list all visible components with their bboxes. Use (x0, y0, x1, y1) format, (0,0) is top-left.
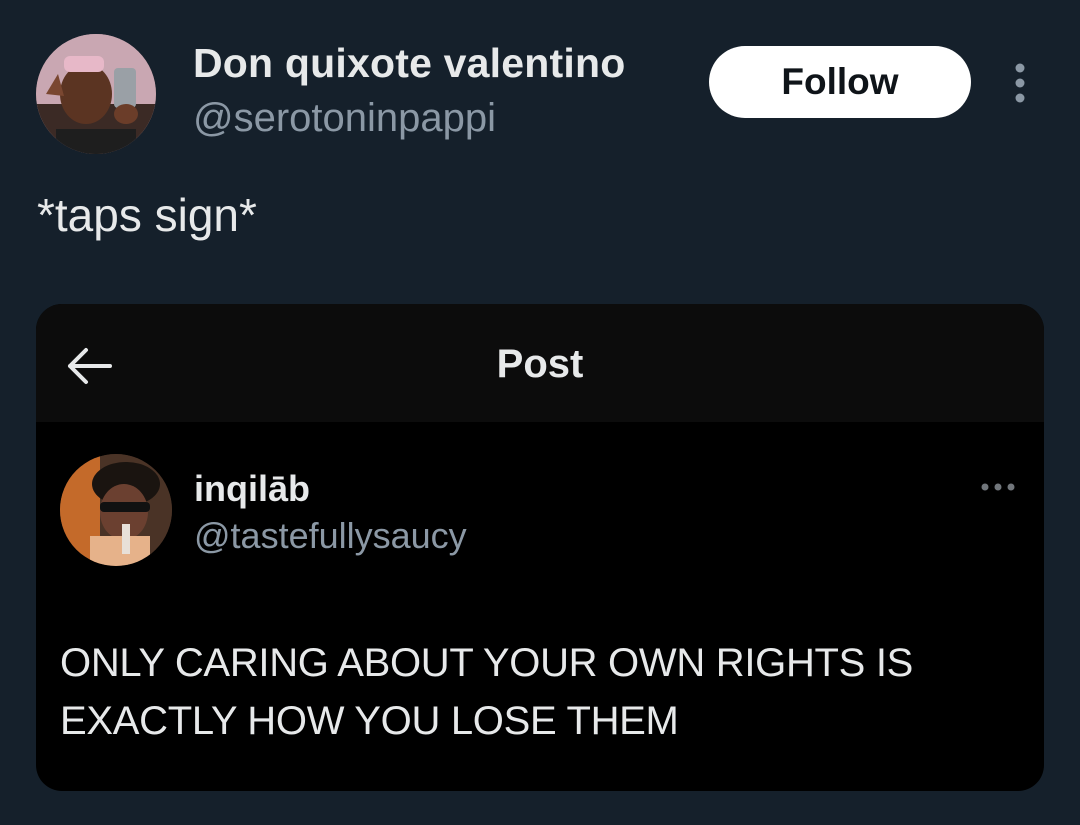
avatar-photo-icon (60, 454, 172, 566)
tweet-text: *taps sign* (37, 189, 257, 241)
embedded-author-handle: @tastefullysaucy (194, 515, 467, 556)
embedded-author-avatar (60, 454, 172, 566)
more-horizontal-icon (981, 483, 1015, 491)
author-handle[interactable]: @serotoninpappi (193, 96, 496, 141)
more-vertical-icon[interactable] (1006, 62, 1034, 104)
follow-button[interactable]: Follow (709, 46, 971, 118)
embedded-post-text-line: EXACTLY HOW YOU LOSE THEM (60, 699, 679, 743)
author-display-name[interactable]: Don quixote valentino (193, 40, 625, 87)
embedded-post-screenshot[interactable]: Post inqilāb @tastefullysaucy ONLY CARIN… (36, 304, 1044, 791)
embedded-post-header: Post (36, 304, 1044, 422)
avatar-photo-icon (36, 34, 156, 154)
embedded-post-title: Post (496, 342, 584, 386)
embedded-post-text-line: ONLY CARING ABOUT YOUR OWN RIGHTS IS (60, 641, 914, 685)
embedded-post-text: ONLY CARING ABOUT YOUR OWN RIGHTS IS EXA… (60, 634, 1020, 750)
author-avatar[interactable] (36, 34, 156, 154)
tweet: Don quixote valentino @serotoninpappi Fo… (0, 0, 1080, 825)
embedded-author-display-name: inqilāb (194, 468, 310, 509)
